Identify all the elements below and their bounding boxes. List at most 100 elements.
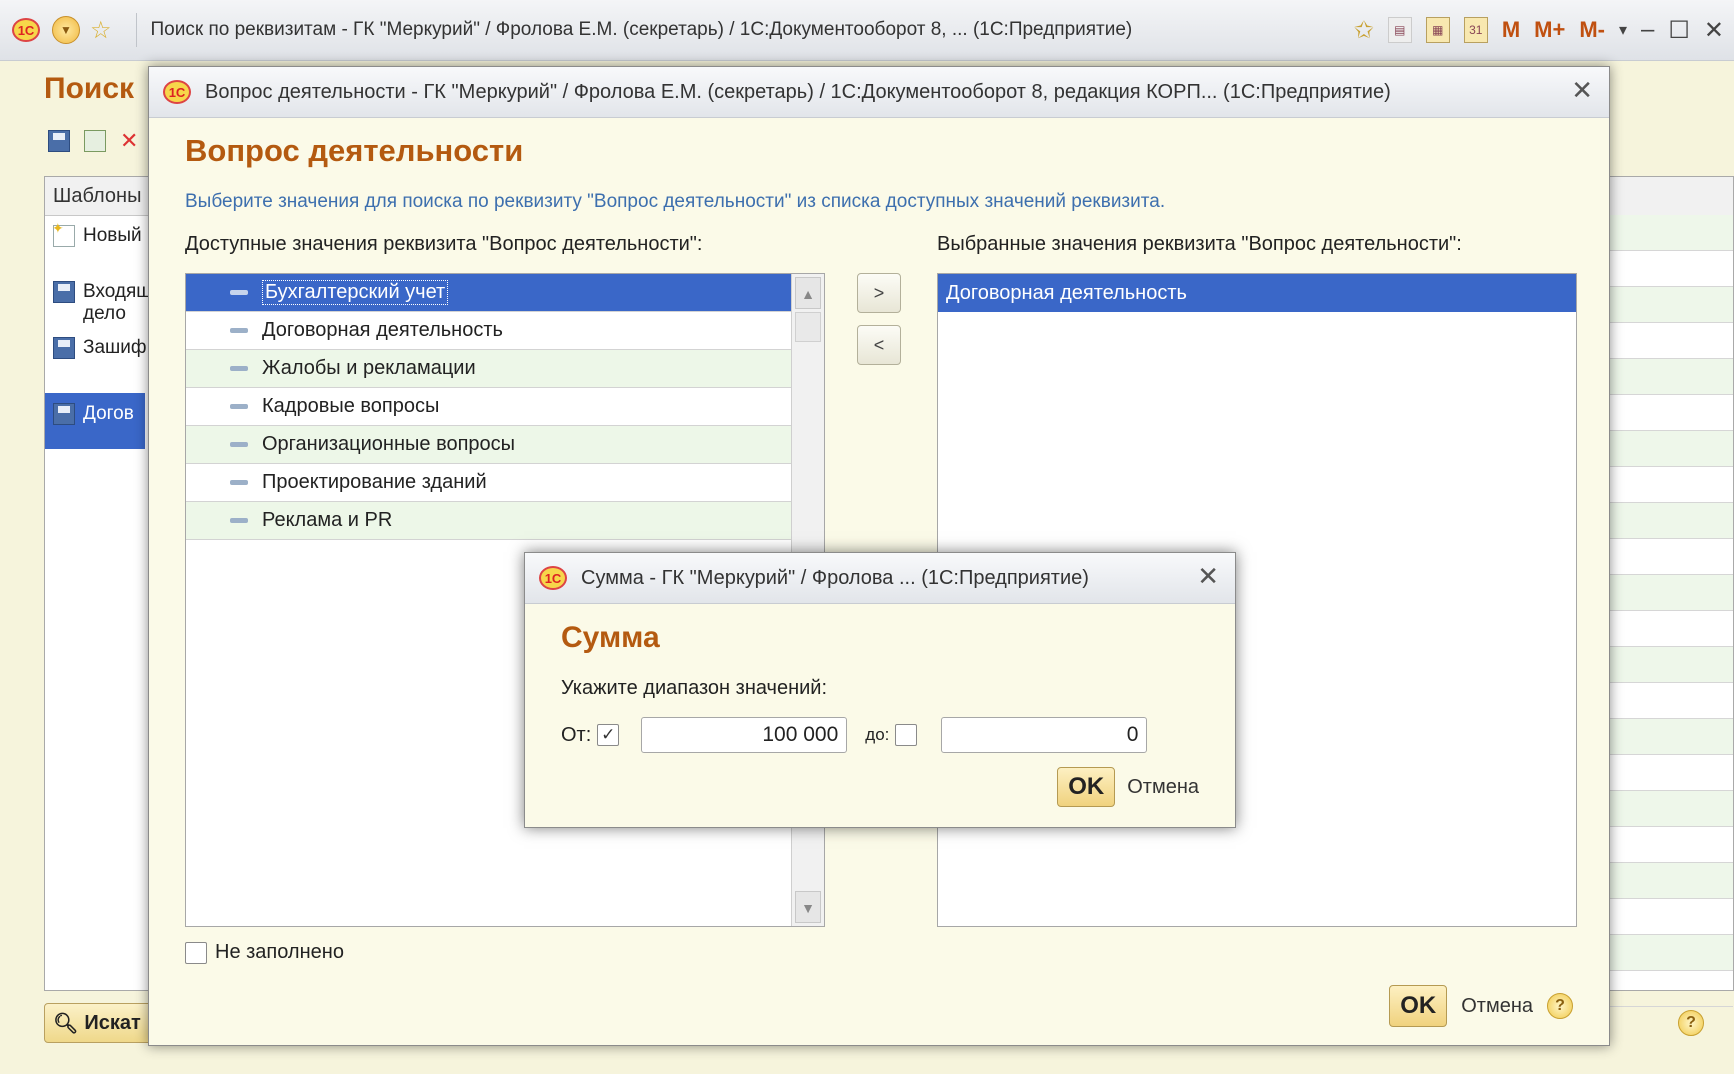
from-checkbox[interactable]: ✓ (597, 724, 620, 746)
close-window-icon[interactable]: ✕ (1704, 16, 1724, 45)
not-filled-label: Не заполнено (215, 941, 344, 963)
list-item[interactable]: Жалобы и рекламации (186, 350, 791, 388)
item-icon (230, 366, 248, 371)
list-item[interactable]: Проектирование зданий (186, 464, 791, 502)
remove-value-button[interactable]: < (857, 325, 901, 365)
back-icon[interactable]: ▼ (52, 16, 80, 44)
not-filled-checkbox[interactable] (185, 941, 207, 964)
background-grid (1605, 215, 1733, 1007)
help-icon[interactable]: ? (1547, 993, 1573, 1019)
background-form-title: Поиск (44, 72, 135, 105)
chosen-values-label: Выбранные значения реквизита "Вопрос дея… (937, 233, 1462, 255)
search-button[interactable]: 🔍︎ Искат (44, 1003, 164, 1043)
range-label: Укажите диапазон значений: (561, 677, 828, 699)
delete-icon[interactable]: ✕ (120, 130, 138, 152)
list-item[interactable]: Бухгалтерский учет (186, 274, 791, 312)
list-item-label: Проектирование зданий (262, 471, 487, 493)
scroll-up-icon[interactable]: ▲ (795, 277, 821, 309)
memory-m-plus-button[interactable]: M+ (1534, 17, 1565, 43)
template-label: Входящ дело (83, 281, 152, 324)
template-item-encrypted[interactable]: Зашиф (53, 337, 147, 359)
list-item-label: Договорная деятельность (946, 281, 1187, 304)
activity-dialog-hint: Выберите значения для поиска по реквизит… (185, 191, 1166, 212)
list-item[interactable]: Кадровые вопросы (186, 388, 791, 426)
item-icon (230, 404, 248, 409)
item-icon (230, 290, 248, 295)
to-checkbox[interactable] (895, 724, 918, 746)
from-label: От: (561, 723, 592, 746)
add-value-button[interactable]: > (857, 273, 901, 313)
dropdown-arrow-icon[interactable]: ▾ (1619, 20, 1627, 40)
item-icon (230, 480, 248, 485)
template-item-new[interactable]: Новый (52, 220, 142, 247)
list-item-label: Жалобы и рекламации (262, 357, 476, 379)
titlebar-tools: ✩ ▤ ▦ 31 M M+ M- ▾ – ☐ ✕ (1354, 0, 1734, 60)
list-item[interactable]: Договорная деятельность (938, 274, 1576, 312)
sum-dialog-title: Сумма - ГК "Меркурий" / Фролова ... (1С:… (581, 566, 1089, 589)
magnifier-icon: 🔍︎ (53, 1012, 79, 1035)
list-item-label: Бухгалтерский учет (262, 280, 449, 305)
floppy-icon (53, 281, 75, 303)
new-template-icon (52, 220, 75, 247)
scroll-down-icon[interactable]: ▼ (795, 891, 821, 923)
edit-icon[interactable] (84, 130, 106, 152)
cancel-button[interactable]: Отмена (1461, 995, 1533, 1018)
to-value-input[interactable] (941, 717, 1148, 753)
ok-button[interactable]: OK (1389, 985, 1448, 1027)
template-label: Догов (83, 403, 134, 424)
background-toolbar: ✕ (48, 130, 138, 152)
memory-m-minus-button[interactable]: M- (1579, 17, 1605, 43)
not-filled-option[interactable]: Не заполнено (185, 941, 344, 964)
sum-dialog: 1С Сумма - ГК "Меркурий" / Фролова ... (… (524, 552, 1236, 828)
calendar-icon[interactable]: 31 (1463, 17, 1488, 43)
template-label: Зашиф (83, 337, 147, 358)
scroll-thumb[interactable] (795, 312, 821, 342)
main-window-title: Поиск по реквизитам - ГК "Меркурий" / Фр… (150, 19, 1133, 40)
search-button-label: Искат (84, 1011, 141, 1034)
activity-dialog-titlebar: 1С Вопрос деятельности - ГК "Меркурий" /… (149, 67, 1609, 118)
from-value-input[interactable] (641, 717, 848, 753)
activity-dialog-title: Вопрос деятельности - ГК "Меркурий" / Фр… (205, 80, 1391, 103)
dialog-logo-icon: 1С (163, 80, 191, 104)
sum-dialog-footer: OK Отмена (1057, 767, 1199, 807)
minimize-icon[interactable]: – (1641, 16, 1654, 44)
item-icon (230, 442, 248, 447)
sum-dialog-heading: Сумма (561, 621, 660, 654)
item-icon (230, 328, 248, 333)
titlebar-divider (135, 13, 137, 47)
activity-dialog-footer: OK Отмена ? (1389, 985, 1573, 1027)
close-icon[interactable]: ✕ (1571, 75, 1593, 106)
list-item[interactable]: Договорная деятельность (186, 312, 791, 350)
to-label: до: (865, 725, 890, 744)
activity-dialog-heading: Вопрос деятельности (185, 133, 524, 168)
calculator-icon[interactable]: ▦ (1425, 17, 1450, 43)
list-item-label: Кадровые вопросы (262, 395, 440, 417)
template-item-contracts[interactable]: Догов (45, 393, 145, 449)
template-label: Новый (83, 225, 142, 246)
save-icon[interactable] (48, 130, 70, 152)
print-icon[interactable]: ▤ (1387, 17, 1412, 43)
maximize-icon[interactable]: ☐ (1668, 16, 1690, 45)
close-icon[interactable]: ✕ (1197, 561, 1219, 592)
app-logo-icon[interactable]: 1С (12, 18, 40, 42)
list-item[interactable]: Реклама и PR (186, 502, 791, 540)
list-item-label: Реклама и PR (262, 509, 393, 531)
templates-header-label: Шаблоны (53, 185, 142, 207)
floppy-icon (53, 403, 75, 425)
template-item-incoming[interactable]: Входящ дело (53, 281, 152, 325)
available-values-label: Доступные значения реквизита "Вопрос дея… (185, 233, 703, 255)
dialog-logo-icon: 1С (539, 566, 567, 590)
favorites-star-icon[interactable]: ☆ (90, 16, 112, 45)
list-item[interactable]: Организационные вопросы (186, 426, 791, 464)
floppy-icon (53, 337, 75, 359)
bookmark-star-icon[interactable]: ✩ (1354, 16, 1374, 45)
cancel-button[interactable]: Отмена (1127, 776, 1199, 799)
list-item-label: Договорная деятельность (262, 319, 503, 341)
help-icon[interactable]: ? (1678, 1010, 1704, 1036)
list-item-label: Организационные вопросы (262, 433, 516, 455)
memory-m-button[interactable]: M (1502, 17, 1520, 43)
main-window-titlebar: 1С ▼ ☆ Поиск по реквизитам - ГК "Меркури… (0, 0, 1734, 61)
item-icon (230, 518, 248, 523)
range-row: От: ✓ до: (561, 717, 1148, 753)
ok-button[interactable]: OK (1057, 767, 1116, 807)
